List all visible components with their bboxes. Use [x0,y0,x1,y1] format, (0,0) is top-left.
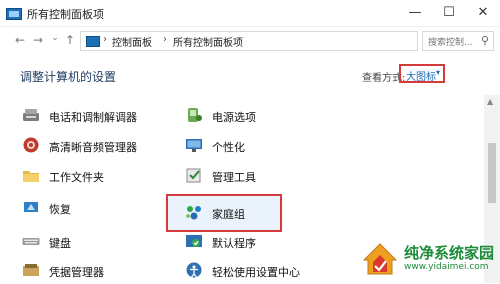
address-bar: ← → ⌄ ↑ › 控制面板 › 所有控制面板项 ⌄ ↻ 搜索控制... ⚲ [0,27,500,55]
search-placeholder: 搜索控制... [428,38,473,48]
item-label: 高清晰音频管理器 [49,141,137,154]
search-icon[interactable]: ⚲ [481,34,489,47]
breadcrumb-separator: › [103,34,107,45]
maximize-button[interactable]: ☐ [432,0,466,26]
window-title: 所有控制面板项 [27,8,104,21]
control-panel-icon [86,36,100,47]
item-label: 管理工具 [212,171,256,184]
item-label: 个性化 [212,141,245,154]
credential-manager-icon [23,264,39,276]
scroll-up-arrow-icon[interactable]: ▲ [487,97,493,106]
ease-of-access-icon [186,262,202,278]
watermark-title: 纯净系统家园 [404,244,495,262]
page-title: 调整计算机的设置 [20,70,117,84]
item-label: 电源选项 [212,111,256,124]
watermark-house-logo-icon [362,243,398,275]
control-panel-icon [6,8,22,20]
title-bar: 所有控制面板项 — ☐ ✕ [0,0,500,27]
recovery-icon [24,202,38,212]
dropdown-caret-icon: ▾ [435,68,440,77]
breadcrumb-all-items[interactable]: 所有控制面板项 [173,34,243,49]
content-header: 调整计算机的设置 查看方式: 大图标 ▾ [0,56,500,90]
keyboard-icon [22,238,40,245]
address-input[interactable]: › 控制面板 › 所有控制面板项 ⌄ ↻ [80,31,493,51]
item-label: 默认程序 [212,237,256,250]
default-programs-icon [186,235,202,247]
item-label: 键盘 [49,237,71,250]
item-label: 家庭组 [212,208,245,221]
homegroup-icon [186,206,201,220]
recent-locations-chevron-icon[interactable]: ⌄ [49,33,61,43]
view-by-value: 大图标 [406,72,436,83]
breadcrumb-control-panel[interactable]: 控制面板 [112,34,152,49]
search-input[interactable]: 搜索控制... ⚲ [422,31,494,51]
phone-modem-icon [23,109,39,121]
item-label: 工作文件夹 [49,171,104,184]
audio-manager-icon [23,137,39,153]
breadcrumb-separator: › [163,34,167,45]
item-label: 凭据管理器 [49,266,104,279]
item-label: 恢复 [49,203,71,216]
watermark-url: www.yidaimei.com [404,262,489,272]
back-arrow-icon[interactable]: ← [14,33,26,47]
scrollbar-thumb[interactable] [488,143,496,203]
minimize-button[interactable]: — [398,0,432,26]
view-by-dropdown[interactable]: 大图标 ▾ [399,64,445,83]
work-folders-icon [23,171,39,182]
admin-tools-icon [186,168,201,183]
item-label: 轻松使用设置中心 [212,266,300,279]
up-arrow-icon[interactable]: ↑ [64,33,76,47]
item-label: 电话和调制解调器 [49,111,137,124]
site-watermark: 纯净系统家园 www.yidaimei.com [360,236,500,283]
personalization-icon [186,139,202,152]
close-button[interactable]: ✕ [466,0,500,26]
power-options-icon [188,108,202,122]
forward-arrow-icon[interactable]: → [32,33,44,47]
